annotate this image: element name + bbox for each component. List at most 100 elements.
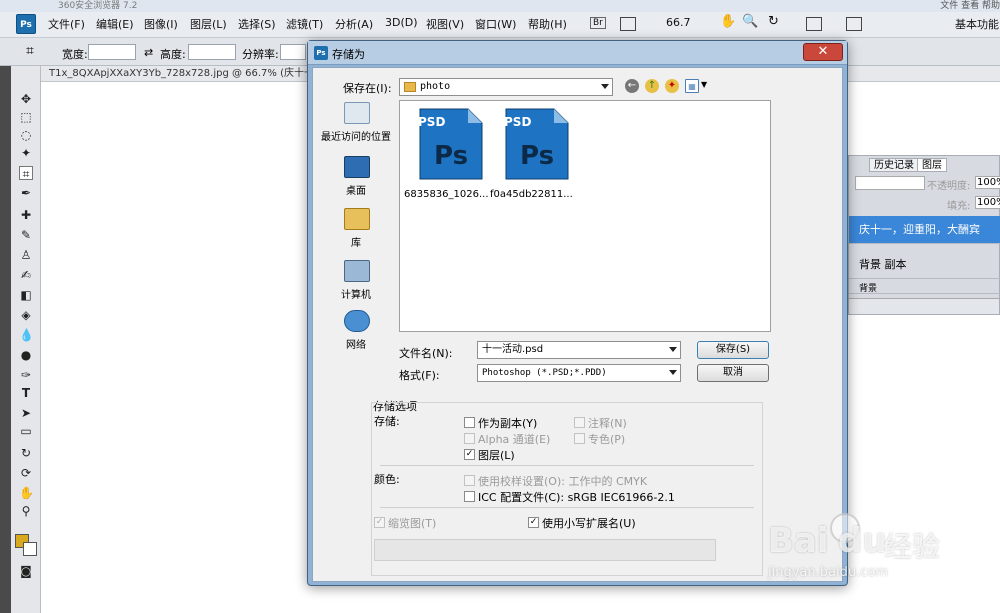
up-folder-icon[interactable]: ↑ (645, 79, 659, 93)
as-copy-checkbox[interactable] (464, 417, 475, 428)
thumbnail-checkbox[interactable]: ✓ (374, 517, 385, 528)
save-in-label: 保存在(I): (343, 82, 392, 95)
zoom-icon[interactable]: ⚲ (19, 504, 33, 518)
hand-tool-icon[interactable]: ✋ (720, 14, 736, 29)
bridge-button[interactable]: Br (590, 17, 606, 29)
dialog-titlebar[interactable]: Ps 存储为 ✕ (308, 41, 847, 65)
place-network[interactable]: 网络 (319, 310, 393, 360)
zoom-tool-icon[interactable]: 🔍 (742, 14, 758, 29)
menu-view[interactable]: 视图(V) (426, 16, 464, 32)
file-item[interactable]: PSD Ps 6835836_1026... (404, 107, 488, 207)
menu-3d[interactable]: 3D(D) (385, 16, 418, 29)
healing-brush-icon[interactable]: ✚ (19, 208, 33, 222)
resolution-input[interactable] (280, 44, 306, 60)
swap-icon[interactable]: ⇄ (144, 46, 153, 59)
menu-edit[interactable]: 编辑(E) (96, 16, 134, 32)
place-libraries[interactable]: 库 (319, 208, 393, 258)
hand-icon[interactable]: ✋ (19, 486, 34, 500)
tab-layers[interactable]: 图层 (917, 158, 947, 172)
3d-orbit-icon[interactable]: ⟳ (19, 466, 33, 480)
layers-checkbox[interactable]: ✓ (464, 449, 475, 460)
background-color-swatch[interactable] (23, 542, 37, 556)
crop-tool-icon[interactable]: ⌗ (26, 43, 34, 59)
dodge-tool-icon[interactable]: ● (19, 348, 33, 362)
layer-row[interactable]: 背景 (849, 284, 1000, 294)
3d-rotate-icon[interactable]: ↻ (19, 446, 33, 460)
blur-tool-icon[interactable]: 💧 (19, 328, 34, 342)
shape-tool-icon[interactable]: ▭ (19, 424, 33, 438)
lowercase-ext-checkbox[interactable]: ✓ (528, 517, 539, 528)
arrange-icon[interactable] (620, 17, 636, 31)
blend-mode-select[interactable] (855, 176, 925, 190)
filename-input[interactable]: 十一活动.psd (477, 341, 681, 359)
opacity-input[interactable]: 100% (975, 176, 1000, 189)
format-value: Photoshop (*.PSD;*.PDD) (482, 368, 607, 378)
menu-layer[interactable]: 图层(L) (190, 16, 227, 32)
menu-file[interactable]: 文件(F) (48, 16, 85, 32)
lasso-tool-icon[interactable]: ◌ (19, 128, 33, 142)
menu-image[interactable]: 图像(I) (144, 16, 178, 32)
layer-name: 背景 (859, 284, 878, 294)
place-computer[interactable]: 计算机 (319, 260, 393, 310)
tab-history[interactable]: 历史记录 (869, 158, 919, 172)
format-select[interactable]: Photoshop (*.PSD;*.PDD) (477, 364, 681, 382)
proof-checkbox[interactable] (464, 475, 475, 486)
chevron-down-icon (601, 84, 609, 89)
type-tool-icon[interactable]: T (19, 386, 33, 400)
layer-row[interactable]: 庆十一，迎重阳，大酬宾 (849, 216, 1000, 244)
workspace-switcher[interactable]: 基本功能 (955, 16, 999, 32)
cancel-button[interactable]: 取消 (697, 364, 769, 382)
new-folder-icon[interactable]: ✦ (665, 79, 679, 93)
place-recent[interactable]: 最近访问的位置 (319, 102, 393, 152)
filename-label: 文件名(N): (399, 347, 453, 360)
paint-bucket-icon[interactable]: ◈ (19, 308, 33, 322)
close-button[interactable]: ✕ (803, 43, 843, 61)
marquee-tool-icon[interactable]: ⬚ (19, 110, 33, 124)
layer-row[interactable]: 背景 副本 (849, 251, 1000, 279)
save-in-select[interactable]: photo (399, 78, 613, 96)
baidu-watermark: Bai du 经验 jingyan.baidu.com (768, 505, 968, 585)
path-select-icon[interactable]: ➤ (19, 406, 33, 420)
file-name: 6835836_1026... (404, 189, 488, 200)
save-button[interactable]: 保存(S) (697, 341, 769, 359)
spot-checkbox[interactable] (574, 433, 585, 444)
alpha-checkbox[interactable] (464, 433, 475, 444)
place-desktop[interactable]: 桌面 (319, 156, 393, 206)
move-tool-icon[interactable]: ✥ (19, 92, 33, 106)
back-icon[interactable]: ← (625, 79, 639, 93)
opacity-label: 不透明度: (927, 181, 971, 192)
fill-input[interactable]: 100% (975, 196, 1000, 209)
height-input[interactable] (188, 44, 236, 60)
places-bar: 最近访问的位置 桌面 库 计算机 网络 (319, 100, 393, 360)
view-menu-icon[interactable]: ▦ (685, 79, 699, 93)
magic-wand-icon[interactable]: ✦ (19, 146, 33, 160)
eyedropper-icon[interactable]: ✒ (19, 186, 33, 200)
zoom-level[interactable]: 66.7 (666, 16, 691, 29)
file-item[interactable]: PSD Ps f0a45db22811... (490, 107, 573, 207)
quick-mask-icon[interactable]: ◙ (19, 564, 33, 578)
browser-title: 360安全浏览器 7.2 (58, 1, 138, 11)
stamp-tool-icon[interactable]: ♙ (19, 248, 33, 262)
resolution-label: 分辨率: (242, 48, 279, 61)
place-label: 最近访问的位置 (321, 132, 391, 143)
chevron-down-icon (669, 370, 677, 375)
photoshop-logo: Ps (16, 14, 36, 34)
view-dropdown-arrow-icon[interactable]: ▼ (701, 80, 707, 89)
screen-mode-icon[interactable] (846, 17, 862, 31)
pen-tool-icon[interactable]: ✑ (19, 368, 33, 382)
menu-help[interactable]: 帮助(H) (528, 16, 567, 32)
eraser-icon[interactable]: ◧ (19, 288, 33, 302)
extras-icon[interactable] (806, 17, 822, 31)
brush-tool-icon[interactable]: ✎ (19, 228, 33, 242)
crop-tool-active-icon[interactable]: ⌗ (19, 166, 33, 181)
icc-checkbox[interactable] (464, 491, 475, 502)
rotate-view-icon[interactable]: ↻ (768, 14, 779, 29)
menu-analysis[interactable]: 分析(A) (335, 16, 373, 32)
width-input[interactable] (88, 44, 136, 60)
menu-window[interactable]: 窗口(W) (475, 16, 516, 32)
history-brush-icon[interactable]: ✍ (19, 268, 33, 282)
notes-checkbox[interactable] (574, 417, 585, 428)
menu-filter[interactable]: 滤镜(T) (286, 16, 323, 32)
file-list[interactable]: PSD Ps 6835836_1026... PSD Ps f0a45db228… (399, 100, 771, 332)
menu-select[interactable]: 选择(S) (238, 16, 276, 32)
